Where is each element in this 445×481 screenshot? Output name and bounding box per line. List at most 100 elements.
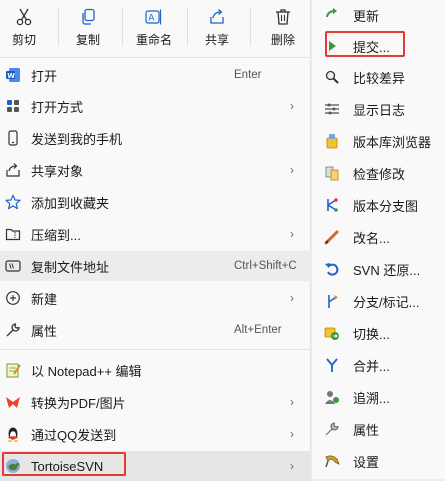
submenu-item-check-modifications[interactable]: 检查修改 — [312, 158, 445, 188]
word-app-icon: W — [5, 67, 21, 83]
submenu-item-label: 设置 — [353, 454, 380, 470]
submenu-item-label: 属性 — [353, 422, 380, 438]
submenu-item-blame[interactable]: 追溯... — [312, 382, 445, 412]
submenu-item-label: SVN 还原... — [353, 262, 421, 278]
share-icon — [208, 8, 226, 26]
pdf-converter-icon — [5, 394, 21, 410]
chevron-right-icon: › — [290, 163, 294, 177]
qq-penguin-icon — [5, 426, 21, 442]
tortoisesvn-submenu: 更新 提交... 比较差异 显示日志 版本库浏览器 检查修改 版本分支图 改名.… — [312, 0, 445, 479]
svg-text:W: W — [7, 72, 15, 80]
plus-circle-icon — [5, 290, 21, 306]
rename-button[interactable]: A 重命名 — [122, 0, 186, 56]
shortcut-text: Ctrl+Shift+C — [234, 260, 297, 272]
menu-item-properties[interactable]: 属性 Alt+Enter — [0, 315, 311, 345]
chevron-right-icon: › — [290, 459, 294, 473]
submenu-item-rename[interactable]: 改名... — [312, 222, 445, 252]
copy-label: 复制 — [75, 33, 100, 47]
submenu-item-label: 显示日志 — [353, 102, 406, 118]
phone-icon — [5, 130, 21, 146]
menu-item-label: 通过QQ发送到 — [31, 427, 117, 443]
toolbar-divider — [250, 8, 251, 46]
menu-item-compress[interactable]: 压缩到... › — [0, 219, 311, 249]
svn-update-icon — [324, 7, 340, 23]
wrench-icon — [5, 322, 21, 338]
submenu-item-settings[interactable]: 设置 — [312, 446, 445, 476]
svn-rename-icon — [324, 229, 340, 245]
menu-item-convert-pdf[interactable]: 转换为PDF/图片 › — [0, 387, 311, 417]
svg-text:A: A — [148, 14, 155, 24]
menu-item-label: 新建 — [31, 291, 58, 307]
svn-repo-browser-icon — [324, 133, 340, 149]
menu-item-new[interactable]: 新建 › — [0, 283, 311, 313]
copy-icon — [79, 8, 97, 26]
svn-branch-tag-icon — [324, 293, 340, 309]
star-icon — [5, 194, 21, 210]
menu-item-add-favorites[interactable]: 添加到收藏夹 — [0, 187, 311, 217]
cut-button[interactable]: 剪切 — [0, 0, 54, 56]
delete-button[interactable]: 删除 — [253, 0, 313, 56]
menu-item-send-qq[interactable]: 通过QQ发送到 › — [0, 419, 311, 449]
copy-button[interactable]: 复制 — [58, 0, 118, 56]
context-toolbar: 剪切 复制 A 重命名 共享 删除 — [0, 0, 311, 56]
menu-item-label: 打开 — [31, 68, 58, 84]
chevron-right-icon: › — [290, 427, 294, 441]
menu-item-label: 添加到收藏夹 — [31, 195, 110, 211]
highlight-box-tortoisesvn — [2, 452, 126, 476]
submenu-item-log[interactable]: 显示日志 — [312, 94, 445, 124]
svn-revision-graph-icon — [324, 197, 340, 213]
svn-log-icon — [324, 101, 340, 117]
share-button[interactable]: 共享 — [187, 0, 247, 56]
submenu-item-switch[interactable]: 切换... — [312, 318, 445, 348]
submenu-item-label: 比较差异 — [353, 70, 406, 86]
submenu-item-label: 版本分支图 — [353, 198, 419, 214]
context-menu: 剪切 复制 A 重命名 共享 删除 W 打开 Enter 打开方式 › 发送到我… — [0, 0, 311, 481]
svn-revert-icon — [324, 261, 340, 277]
menu-item-copy-path[interactable]: 复制文件地址 Ctrl+Shift+C — [0, 251, 311, 281]
submenu-item-branch-tag[interactable]: 分支/标记... — [312, 286, 445, 316]
menu-item-label: 共享对象 — [31, 163, 84, 179]
menu-item-label: 转换为PDF/图片 — [31, 395, 126, 411]
menu-item-open-with[interactable]: 打开方式 › — [0, 91, 311, 121]
archive-icon — [5, 226, 21, 242]
notepadpp-icon — [5, 362, 21, 378]
menu-item-share-with[interactable]: 共享对象 › — [0, 155, 311, 185]
svn-properties-icon — [324, 421, 340, 437]
delete-label: 删除 — [270, 33, 295, 47]
menu-item-notepadpp[interactable]: 以 Notepad++ 编辑 — [0, 355, 311, 385]
submenu-item-label: 追溯... — [353, 390, 390, 406]
submenu-item-repo-browser[interactable]: 版本库浏览器 — [312, 126, 445, 156]
cut-label: 剪切 — [11, 33, 36, 47]
menu-item-label: 复制文件地址 — [31, 259, 110, 275]
chevron-right-icon: › — [290, 227, 294, 241]
chevron-right-icon: › — [290, 291, 294, 305]
submenu-item-label: 检查修改 — [353, 166, 406, 182]
chevron-right-icon: › — [290, 395, 294, 409]
submenu-item-merge[interactable]: 合并... — [312, 350, 445, 380]
menu-divider — [0, 57, 311, 58]
submenu-item-label: 版本库浏览器 — [353, 134, 432, 150]
menu-item-send-to-phone[interactable]: 发送到我的手机 — [0, 123, 311, 153]
submenu-item-label: 分支/标记... — [353, 294, 420, 310]
menu-item-label: 发送到我的手机 — [31, 131, 123, 147]
svn-settings-icon — [324, 453, 340, 469]
rename-icon: A — [145, 8, 163, 26]
submenu-item-revision-graph[interactable]: 版本分支图 — [312, 190, 445, 220]
apps-grid-icon — [5, 98, 21, 114]
shortcut-text: Alt+Enter — [234, 324, 282, 336]
svn-check-modifications-icon — [324, 165, 340, 181]
submenu-item-diff[interactable]: 比较差异 — [312, 62, 445, 92]
submenu-item-properties[interactable]: 属性 — [312, 414, 445, 444]
submenu-item-label: 更新 — [353, 8, 380, 24]
svn-merge-icon — [324, 357, 340, 373]
svn-blame-icon — [324, 389, 340, 405]
svn-switch-icon — [324, 325, 340, 341]
menu-item-label: 以 Notepad++ 编辑 — [31, 363, 142, 379]
path-icon — [5, 258, 21, 274]
chevron-right-icon: › — [290, 99, 294, 113]
highlight-box-commit — [325, 31, 405, 57]
submenu-item-revert[interactable]: SVN 还原... — [312, 254, 445, 284]
menu-item-open[interactable]: W 打开 Enter — [0, 60, 311, 90]
submenu-item-update[interactable]: 更新 — [312, 0, 445, 30]
submenu-item-label: 合并... — [353, 358, 390, 374]
